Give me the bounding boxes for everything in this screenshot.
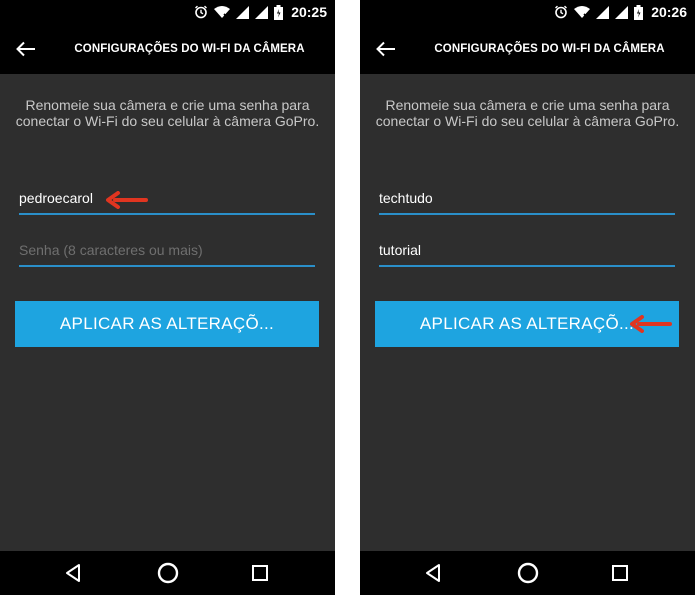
wifi-settings-form: Renomeie sua câmera e crie uma senha par… bbox=[360, 74, 695, 551]
phone-screen-right: 20:26 CONFIGURAÇÕES DO WI-FI DA CÂMERA R… bbox=[360, 0, 695, 595]
recents-square-icon[interactable] bbox=[608, 561, 632, 585]
back-triangle-icon[interactable] bbox=[62, 561, 86, 585]
page-title: CONFIGURAÇÕES DO WI-FI DA CÂMERA bbox=[434, 43, 665, 55]
camera-name-field[interactable]: techtudo bbox=[379, 187, 675, 215]
alarm-icon bbox=[555, 5, 568, 19]
arrow-left-icon bbox=[376, 41, 395, 57]
status-time: 20:26 bbox=[651, 4, 687, 20]
password-placeholder: Senha (8 caracteres ou mais) bbox=[19, 242, 203, 258]
password-value: tutorial bbox=[379, 242, 422, 258]
back-button[interactable] bbox=[10, 34, 42, 64]
alarm-icon bbox=[195, 5, 208, 19]
password-field[interactable]: Senha (8 caracteres ou mais) bbox=[19, 239, 315, 267]
annotation-arrow-icon bbox=[630, 315, 672, 333]
camera-name-field[interactable]: pedroecarol bbox=[19, 187, 315, 215]
phone-screen-left: 20:25 CONFIGURAÇÕES DO WI-FI DA CÂMERA R… bbox=[0, 0, 335, 595]
recents-square-icon[interactable] bbox=[248, 561, 272, 585]
home-circle-icon[interactable] bbox=[516, 561, 540, 585]
wifi-icon bbox=[214, 6, 231, 19]
home-circle-icon[interactable] bbox=[156, 561, 180, 585]
wifi-settings-form: Renomeie sua câmera e crie uma senha par… bbox=[0, 74, 335, 551]
password-field[interactable]: tutorial bbox=[379, 239, 675, 267]
camera-name-value: pedroecarol bbox=[19, 190, 93, 206]
apply-changes-button[interactable]: APLICAR AS ALTERAÇÕ... bbox=[15, 301, 319, 347]
status-bar: 20:25 bbox=[0, 0, 335, 24]
wifi-icon bbox=[574, 6, 591, 19]
arrow-left-icon bbox=[16, 41, 35, 57]
instructions-text: Renomeie sua câmera e crie uma senha par… bbox=[375, 97, 680, 129]
back-button[interactable] bbox=[370, 34, 402, 64]
app-bar: CONFIGURAÇÕES DO WI-FI DA CÂMERA bbox=[0, 24, 335, 74]
signal-icon bbox=[615, 5, 629, 19]
page-title: CONFIGURAÇÕES DO WI-FI DA CÂMERA bbox=[74, 43, 305, 55]
navigation-bar bbox=[0, 551, 335, 595]
battery-icon bbox=[274, 4, 284, 20]
back-triangle-icon[interactable] bbox=[422, 561, 446, 585]
signal-icon bbox=[255, 5, 269, 19]
camera-name-value: techtudo bbox=[379, 190, 433, 206]
signal-icon bbox=[596, 5, 610, 19]
annotation-arrow-icon bbox=[106, 191, 148, 209]
app-bar: CONFIGURAÇÕES DO WI-FI DA CÂMERA bbox=[360, 24, 695, 74]
status-time: 20:25 bbox=[291, 4, 327, 20]
instructions-text: Renomeie sua câmera e crie uma senha par… bbox=[15, 97, 320, 129]
signal-icon bbox=[236, 5, 250, 19]
status-bar: 20:26 bbox=[360, 0, 695, 24]
battery-icon bbox=[634, 4, 644, 20]
navigation-bar bbox=[360, 551, 695, 595]
